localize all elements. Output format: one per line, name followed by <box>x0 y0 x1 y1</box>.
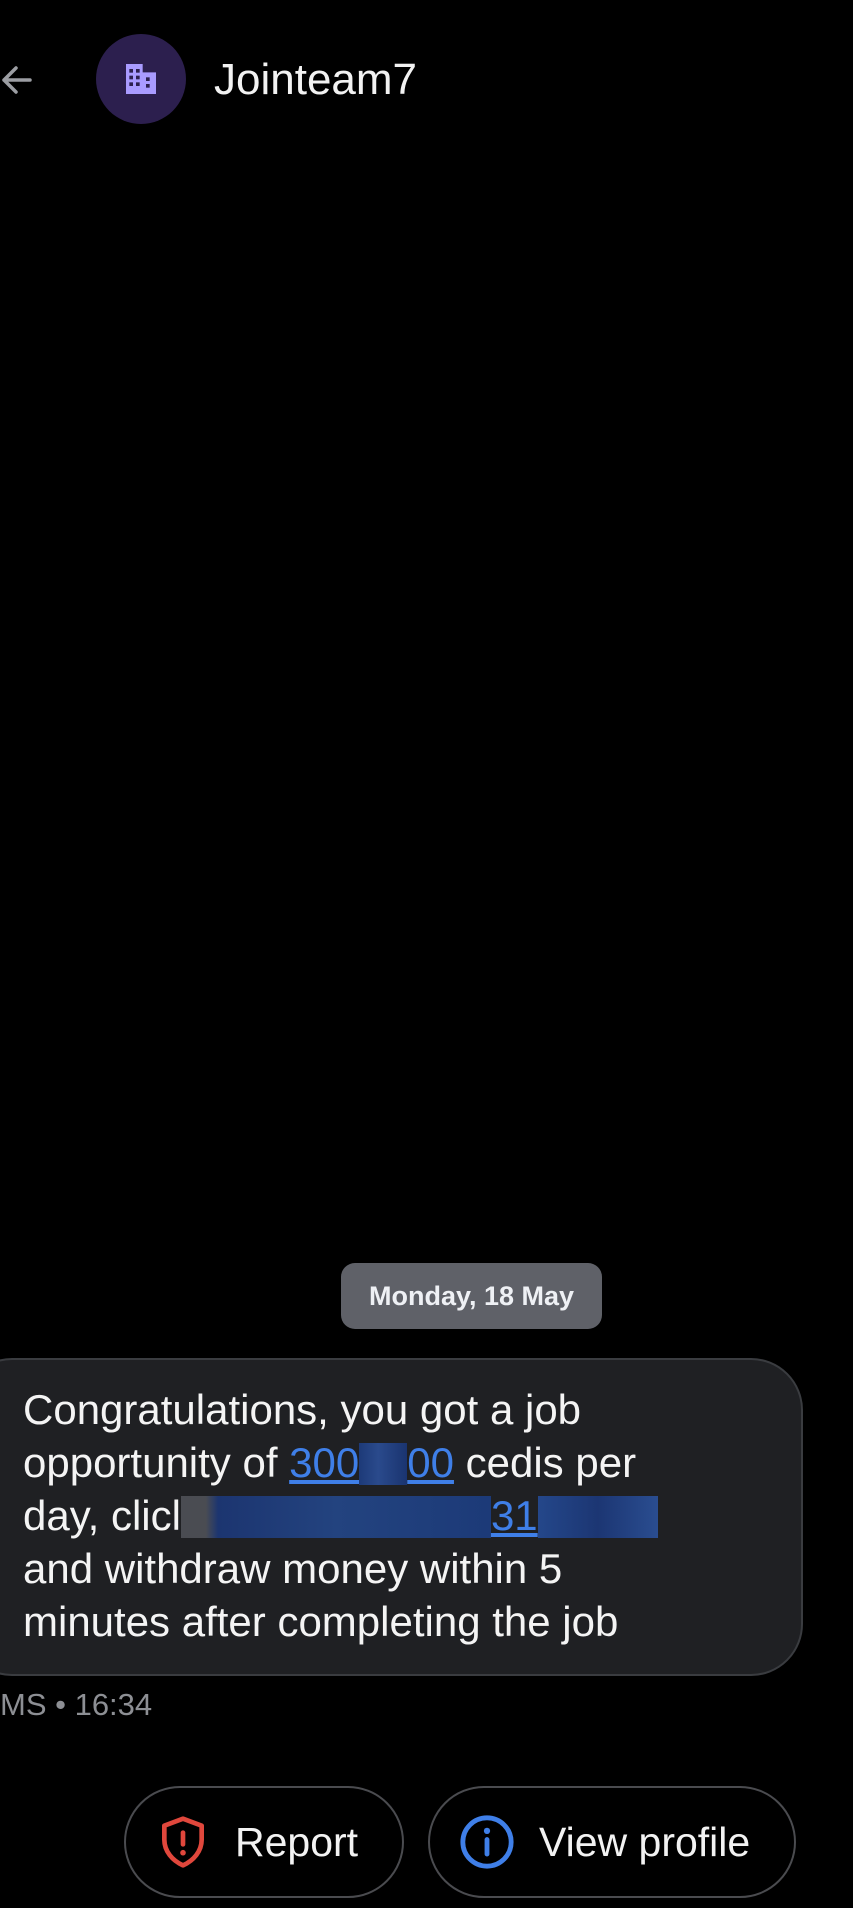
message-link-amount[interactable]: 300 00 <box>289 1439 454 1486</box>
report-label: Report <box>235 1818 359 1865</box>
redaction-block <box>180 1496 491 1538</box>
conversation-header: Jointeam7 <box>0 0 853 160</box>
message-text-segment: opportunity of <box>23 1439 290 1486</box>
message-text: Congratulations, you got a job opportuni… <box>23 1383 783 1648</box>
message-text-segment: cedis per <box>453 1439 637 1486</box>
link-text: 00 <box>407 1439 454 1486</box>
message-line: day, clicl 31 <box>23 1489 783 1542</box>
link-text: 31 <box>490 1492 538 1539</box>
message-line: and withdraw money within 5 <box>23 1545 563 1592</box>
avatar[interactable] <box>96 34 186 124</box>
redaction-block <box>537 1496 658 1538</box>
message-text-segment: day, clicl <box>23 1492 181 1539</box>
message-meta: MS • 16:34 <box>0 1687 153 1722</box>
link-text: 300 <box>289 1439 360 1486</box>
arrow-left-icon <box>2 66 32 94</box>
message-line: opportunity of 300 00 cedis per <box>23 1436 783 1489</box>
date-separator: Monday, 18 May <box>341 1263 602 1329</box>
shield-alert-icon <box>153 1812 213 1872</box>
report-button[interactable]: Report <box>124 1786 404 1898</box>
info-icon <box>457 1812 517 1872</box>
message-line: Congratulations, you got a job <box>23 1386 582 1433</box>
message-link-url[interactable]: 31 <box>491 1492 658 1539</box>
conversation-screen: Jointeam7 Monday, 18 May Congratulations… <box>0 0 853 1908</box>
contact-name[interactable]: Jointeam7 <box>214 52 417 108</box>
building-icon <box>126 64 156 94</box>
view-profile-label: View profile <box>539 1818 751 1865</box>
back-button[interactable] <box>0 48 40 112</box>
message-line: minutes after completing the job <box>23 1598 619 1645</box>
redaction-block <box>359 1443 408 1485</box>
view-profile-button[interactable]: View profile <box>428 1786 796 1898</box>
